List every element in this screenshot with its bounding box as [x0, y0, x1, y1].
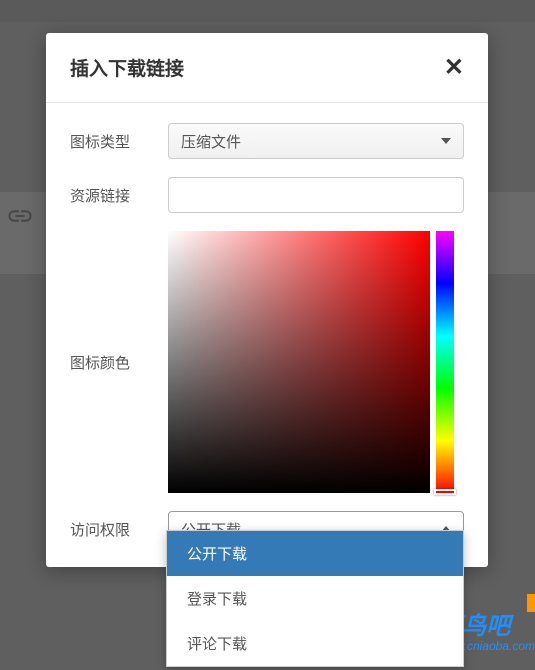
link-icon	[6, 202, 34, 230]
icon-type-selected: 压缩文件	[181, 131, 241, 152]
saturation-panel[interactable]	[168, 231, 430, 493]
icon-type-select[interactable]: 压缩文件	[168, 123, 464, 159]
hue-thumb[interactable]	[434, 489, 456, 495]
close-icon[interactable]: ✕	[444, 53, 464, 82]
resource-link-label: 资源链接	[70, 177, 168, 206]
dropdown-option-comment[interactable]: 评论下载	[167, 621, 463, 666]
icon-type-label: 图标类型	[70, 123, 168, 152]
access-permission-dropdown: 公开下载 登录下载 评论下载	[166, 530, 464, 667]
modal-title: 插入下载链接	[70, 54, 184, 81]
icon-color-label: 图标颜色	[70, 231, 168, 493]
chevron-down-icon	[441, 138, 451, 144]
dropdown-option-login[interactable]: 登录下载	[167, 576, 463, 621]
insert-download-link-modal: 插入下载链接 ✕ 图标类型 压缩文件 资源链接 图标颜色	[46, 33, 488, 567]
access-permission-label: 访问权限	[70, 511, 168, 540]
color-picker	[168, 231, 464, 493]
notification-tip	[527, 594, 535, 612]
resource-link-input[interactable]	[168, 177, 464, 213]
hue-slider[interactable]	[436, 231, 454, 493]
dropdown-option-public[interactable]: 公开下载	[167, 531, 463, 576]
